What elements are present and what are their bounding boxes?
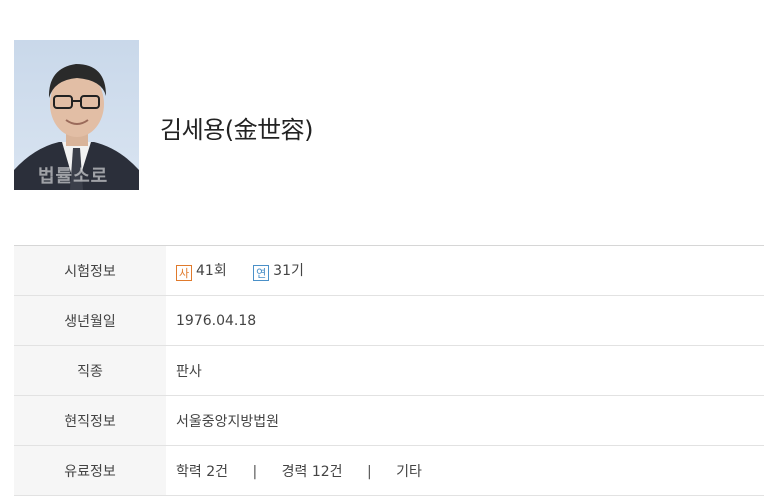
row-job-type: 직종 판사 bbox=[14, 345, 764, 396]
row-birth-date: 생년월일 1976.04.18 bbox=[14, 295, 764, 346]
separator: | bbox=[366, 463, 372, 480]
exam-info-value: 사 41회 연 31기 bbox=[166, 246, 764, 296]
current-position-label: 현직정보 bbox=[14, 395, 166, 446]
education-link[interactable]: 학력 2건 bbox=[176, 464, 228, 480]
exam-item-bar: 사 41회 bbox=[176, 263, 231, 281]
job-type-value: 판사 bbox=[176, 363, 202, 380]
row-paid-info: 유료정보 학력 2건 | 경력 12건 | 기타 bbox=[14, 445, 764, 496]
other-link[interactable]: 기타 bbox=[396, 464, 422, 480]
info-table: 시험정보 사 41회 연 31기 생년월일 1976.04.18 직종 판사 현직정… bbox=[14, 245, 764, 496]
birth-date-value: 1976.04.18 bbox=[176, 312, 257, 329]
separator: | bbox=[252, 463, 258, 480]
exam-item-training: 연 31기 bbox=[253, 263, 304, 281]
bar-exam-badge-icon: 사 bbox=[176, 265, 192, 281]
training-value: 31기 bbox=[273, 263, 304, 279]
job-type-label: 직종 bbox=[14, 345, 166, 396]
person-name: 김세용(金世容) bbox=[160, 116, 313, 144]
paid-info-value: 학력 2건 | 경력 12건 | 기타 bbox=[166, 446, 764, 496]
row-exam-info: 시험정보 사 41회 연 31기 bbox=[14, 245, 764, 296]
birth-date-label: 생년월일 bbox=[14, 295, 166, 346]
bar-exam-value: 41회 bbox=[196, 263, 227, 279]
row-current-position: 현직정보 서울중앙지방법원 bbox=[14, 395, 764, 446]
photo-watermark: 법률소로 bbox=[38, 166, 109, 187]
current-position-value: 서울중앙지방법원 bbox=[176, 413, 280, 430]
profile-photo: 법률소로 bbox=[14, 40, 139, 190]
career-link[interactable]: 경력 12건 bbox=[282, 464, 343, 480]
training-badge-icon: 연 bbox=[253, 265, 270, 281]
paid-info-label: 유료정보 bbox=[14, 445, 166, 496]
exam-info-label: 시험정보 bbox=[14, 245, 166, 296]
